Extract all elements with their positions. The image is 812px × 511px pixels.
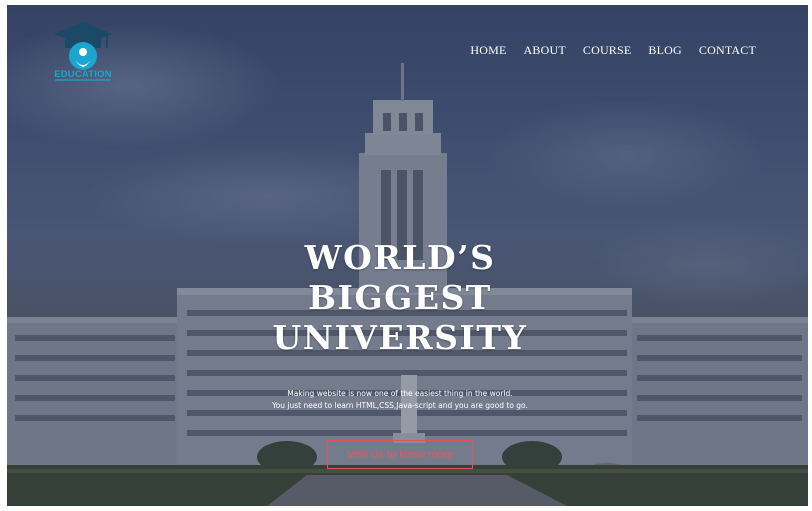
main-nav: HOME ABOUT COURSE BLOG CONTACT: [470, 43, 756, 58]
hero-description: Making website is now one of the easiest…: [200, 388, 600, 412]
hero-title-line-2: BIGGEST: [308, 278, 492, 317]
visit-us-button[interactable]: Visit Us to konw more: [327, 440, 473, 469]
brand-tagline-line: [55, 79, 111, 81]
nav-blog[interactable]: BLOG: [648, 43, 681, 58]
nav-course[interactable]: COURSE: [583, 43, 632, 58]
hero-description-line-1: Making website is now one of the easiest…: [287, 389, 513, 398]
hero-description-line-2: You just need to learn HTML,CSS,Java-scr…: [272, 401, 528, 410]
hero-title-line-3: UNIVERSITY: [272, 318, 528, 357]
hero-title-line-1: WORLD’S: [304, 238, 496, 277]
hero-title: WORLD’S BIGGEST UNIVERSITY: [200, 238, 600, 358]
nav-contact[interactable]: CONTACT: [699, 43, 756, 58]
nav-home[interactable]: HOME: [470, 43, 506, 58]
nav-about[interactable]: ABOUT: [524, 43, 566, 58]
